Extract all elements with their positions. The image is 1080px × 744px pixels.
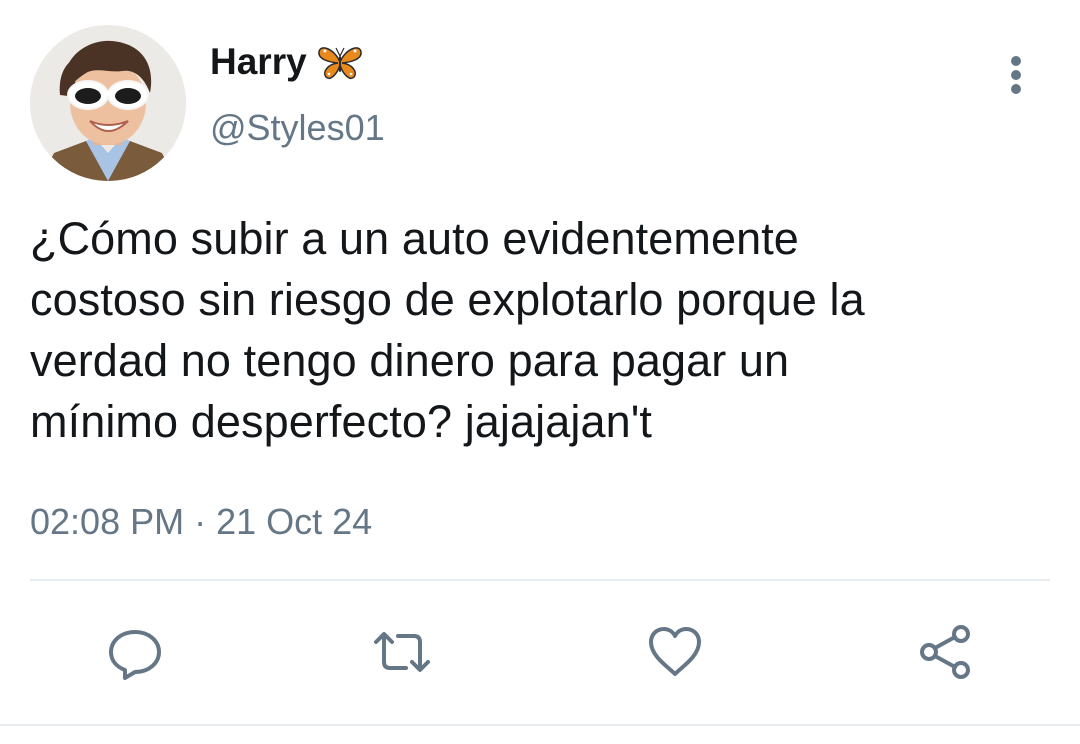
divider	[30, 579, 1050, 581]
share-icon	[920, 625, 970, 679]
like-button[interactable]	[645, 622, 705, 682]
more-vertical-icon[interactable]	[996, 52, 1036, 98]
tweet-text-line: mínimo desperfecto? jajajajan't	[30, 396, 653, 447]
retweet-button[interactable]	[372, 622, 432, 682]
display-name[interactable]: Harry	[210, 40, 307, 84]
tweet-text-line: verdad no tengo dinero para pagar un	[30, 335, 790, 386]
tweet-text-line: ¿Cómo subir a un auto evidentemente	[30, 213, 799, 264]
user-handle[interactable]: @Styles01	[210, 106, 385, 150]
reply-button[interactable]	[105, 622, 165, 682]
comment-icon	[109, 630, 161, 680]
tweet-card: Harry @Styles01 ¿Cómo subir a un auto ev…	[0, 0, 1080, 744]
avatar-image	[30, 25, 186, 181]
heart-icon	[649, 627, 701, 676]
share-button[interactable]	[915, 622, 975, 682]
tweet-text-line: costoso sin riesgo de explotarlo porque …	[30, 274, 865, 325]
tweet-text: ¿Cómo subir a un auto evidentemente cost…	[30, 208, 1050, 452]
avatar[interactable]	[30, 25, 186, 181]
divider	[0, 724, 1080, 726]
butterfly-icon	[316, 42, 364, 82]
retweet-icon	[374, 632, 430, 672]
tweet-timestamp[interactable]: 02:08 PM · 21 Oct 24	[30, 500, 372, 544]
